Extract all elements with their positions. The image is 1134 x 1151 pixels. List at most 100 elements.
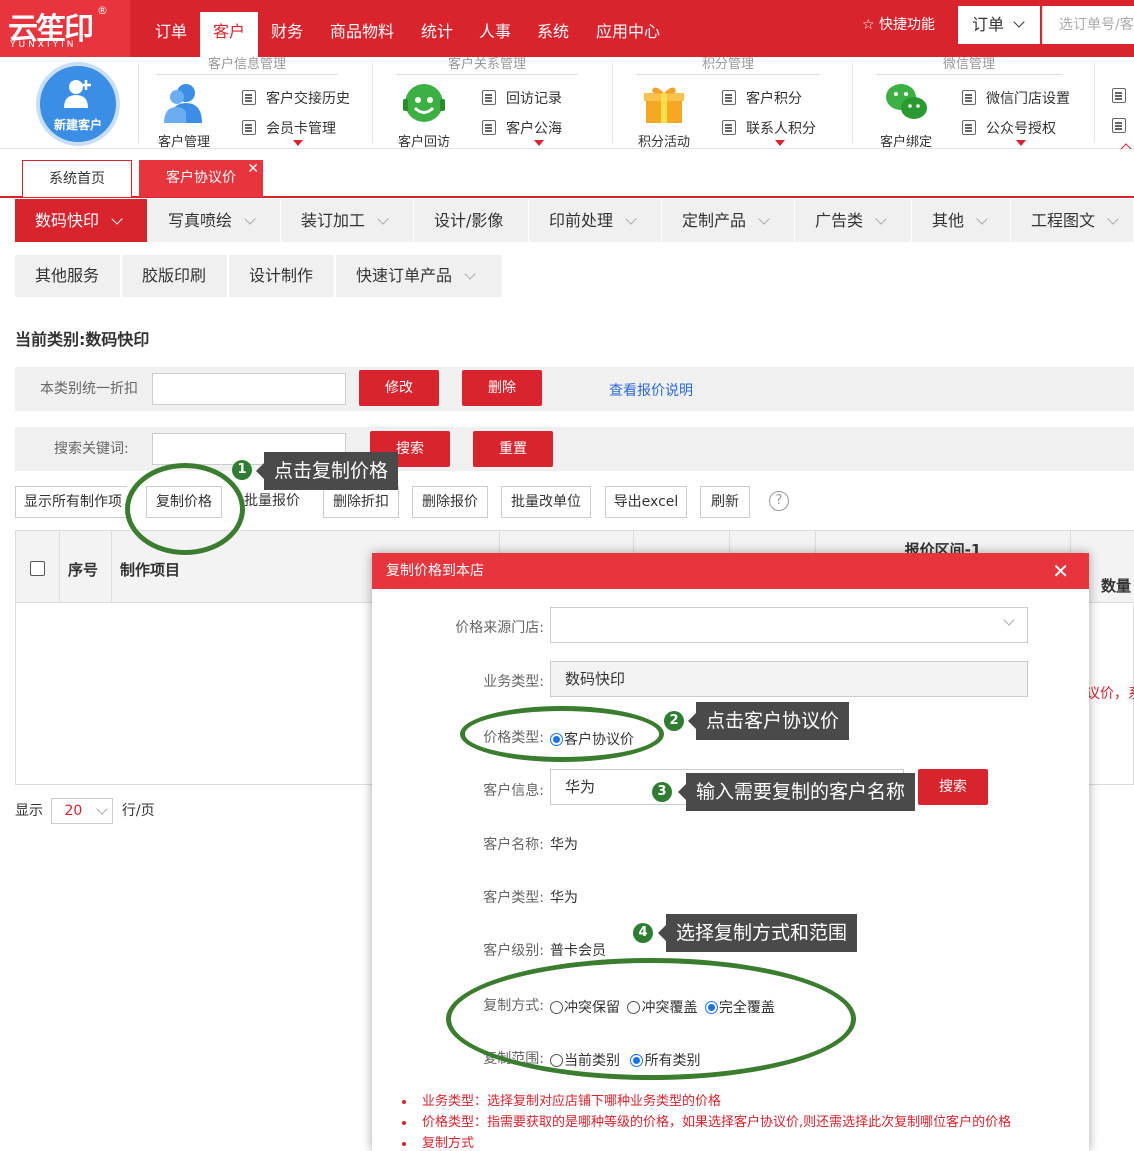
step-callout: 点击客户协议价 — [687, 702, 850, 740]
refresh-button[interactable]: 刷新 — [700, 486, 750, 518]
tab-quick-order-products[interactable]: 快速订单产品 — [336, 255, 502, 297]
document-icon[interactable] — [1112, 88, 1134, 105]
customer-search-button[interactable]: 搜索 — [918, 769, 988, 805]
nav-app-center[interactable]: 应用中心 — [586, 12, 670, 57]
export-excel-button[interactable]: 导出excel — [605, 486, 687, 518]
dropdown-arrow-icon[interactable] — [293, 140, 303, 146]
add-user-icon — [64, 80, 91, 108]
nav-hr[interactable]: 人事 — [468, 12, 522, 57]
customer-binding-button[interactable]: 客户绑定 — [870, 81, 942, 150]
close-icon[interactable]: ✕ — [1052, 553, 1069, 589]
help-icon[interactable]: ? — [769, 491, 789, 511]
app-logo[interactable]: 云笙印 ® YUNXIYIN — [0, 0, 130, 57]
document-icon — [242, 120, 256, 135]
reset-button[interactable]: 重置 — [473, 431, 553, 467]
dropdown-arrow-icon[interactable] — [775, 140, 785, 146]
new-customer-button[interactable]: 新建客户 — [36, 62, 120, 146]
chevron-down-icon — [976, 213, 988, 225]
delete-discount-button[interactable]: 删除折扣 — [323, 486, 399, 518]
select-all-checkbox[interactable] — [30, 561, 45, 576]
tab-design-image[interactable]: 设计/影像 — [414, 199, 529, 242]
registered-mark: ® — [97, 4, 108, 17]
tab-offset-printing[interactable]: 胶版印刷 — [122, 255, 227, 297]
official-account-auth-link[interactable]: 公众号授权 — [962, 118, 1056, 138]
revisit-records-link[interactable]: 回访记录 — [482, 88, 562, 108]
show-all-items-button[interactable]: 显示所有制作项 — [15, 486, 127, 518]
document-icon — [722, 90, 736, 105]
tab-custom-products[interactable]: 定制产品 — [662, 199, 795, 242]
close-icon[interactable]: ✕ — [247, 151, 259, 187]
step-callout: 输入需要复制的客户名称 — [677, 773, 916, 811]
order-type-select[interactable]: 订单 — [958, 6, 1040, 44]
customer-management-button[interactable]: 客户管理 — [150, 81, 218, 150]
customer-points-link[interactable]: 客户积分 — [722, 88, 802, 108]
ribbon-divider — [612, 63, 613, 143]
points-activity-button[interactable]: 积分活动 — [630, 81, 698, 150]
nav-orders[interactable]: 订单 — [144, 12, 198, 57]
link-label: 公众号授权 — [986, 121, 1056, 137]
modify-button[interactable]: 修改 — [359, 370, 439, 406]
tab-engineering-graphics[interactable]: 工程图文 — [1011, 199, 1134, 242]
tab-home[interactable]: 系统首页 — [22, 160, 132, 197]
smiley-headset-icon — [403, 84, 445, 122]
tab-customer-agreement-price[interactable]: 客户协议价 ✕ — [139, 160, 263, 197]
search-keyword-label: 搜索关键词: — [54, 441, 129, 457]
contact-points-link[interactable]: 联系人积分 — [722, 118, 816, 138]
tab-digital-printing[interactable]: 数码快印 — [15, 199, 148, 242]
logo-subtext: YUNXIYIN — [10, 40, 77, 50]
delete-quote-button[interactable]: 删除报价 — [412, 486, 488, 518]
tab-prepress[interactable]: 印前处理 — [529, 199, 662, 242]
document-icon — [482, 120, 496, 135]
quick-functions-button[interactable]: ☆ 快捷功能 — [862, 14, 935, 34]
tab-other-services[interactable]: 其他服务 — [15, 255, 120, 297]
tab-photo-inkjet[interactable]: 写真喷绘 — [148, 199, 281, 242]
customer-revisit-button[interactable]: 客户回访 — [390, 81, 458, 150]
page-size-select[interactable]: 20 — [51, 798, 114, 824]
page-size-value: 20 — [64, 803, 83, 819]
customer-pool-link[interactable]: 客户公海 — [482, 118, 562, 138]
discount-input[interactable] — [152, 373, 346, 405]
show-label: 显示 — [15, 803, 43, 819]
nav-finance[interactable]: 财务 — [260, 12, 314, 57]
select-all-cell — [16, 531, 60, 603]
tab-binding[interactable]: 装订加工 — [281, 199, 414, 242]
source-store-select[interactable] — [550, 607, 1028, 643]
link-label: 客户积分 — [746, 91, 802, 107]
nav-statistics[interactable]: 统计 — [410, 12, 464, 57]
document-icon — [1112, 118, 1126, 133]
wechat-store-settings-link[interactable]: 微信门店设置 — [962, 88, 1070, 108]
customer-management-label: 客户管理 — [157, 135, 210, 150]
customer-group-icon — [164, 84, 202, 123]
category-tabs: 数码快印 写真喷绘 装订加工 设计/影像 印前处理 定制产品 广告类 其他 工程… — [15, 199, 1134, 242]
document-icon[interactable] — [1112, 118, 1134, 135]
step-badge: 3 — [652, 782, 672, 802]
tab-advertising[interactable]: 广告类 — [795, 199, 912, 242]
note-item: 复制方式 — [402, 1133, 1011, 1151]
nav-customers[interactable]: 客户 — [200, 12, 258, 57]
batch-quote-button[interactable]: 批量报价 — [234, 486, 310, 518]
customer-level-value: 普卡会员 — [550, 943, 606, 959]
dialog-header: 复制价格到本店 ✕ — [372, 553, 1089, 589]
group-title-points: 积分管理 — [636, 57, 820, 75]
discount-label: 本类别统一折扣 — [40, 381, 138, 397]
view-price-explanation-link[interactable]: 查看报价说明 — [609, 380, 693, 400]
tab-other[interactable]: 其他 — [912, 199, 1011, 242]
category-label: 数码快印 — [35, 211, 100, 230]
source-store-label: 价格来源门店: — [455, 620, 544, 636]
member-card-link[interactable]: 会员卡管理 — [242, 118, 336, 138]
feature-ribbon: 新建客户 客户信息管理 客户管理 客户交接历史 会员卡管理 客户关系管理 客户回… — [0, 57, 1134, 155]
nav-products[interactable]: 商品物料 — [320, 12, 404, 57]
category-label: 印前处理 — [549, 211, 614, 230]
delete-button[interactable]: 删除 — [462, 370, 542, 406]
customer-handover-link[interactable]: 客户交接历史 — [242, 88, 350, 108]
dropdown-arrow-icon[interactable] — [1016, 140, 1026, 146]
tab-design-production[interactable]: 设计制作 — [229, 255, 334, 297]
step-badge: 2 — [664, 711, 684, 731]
dropdown-arrow-icon[interactable] — [534, 140, 544, 146]
batch-change-unit-button[interactable]: 批量改单位 — [501, 486, 591, 518]
document-icon — [1112, 88, 1126, 103]
link-label: 会员卡管理 — [266, 121, 336, 137]
order-search-input[interactable]: 选订单号/客 — [1042, 6, 1134, 44]
nav-system[interactable]: 系统 — [526, 12, 580, 57]
ribbon-divider — [852, 63, 853, 143]
